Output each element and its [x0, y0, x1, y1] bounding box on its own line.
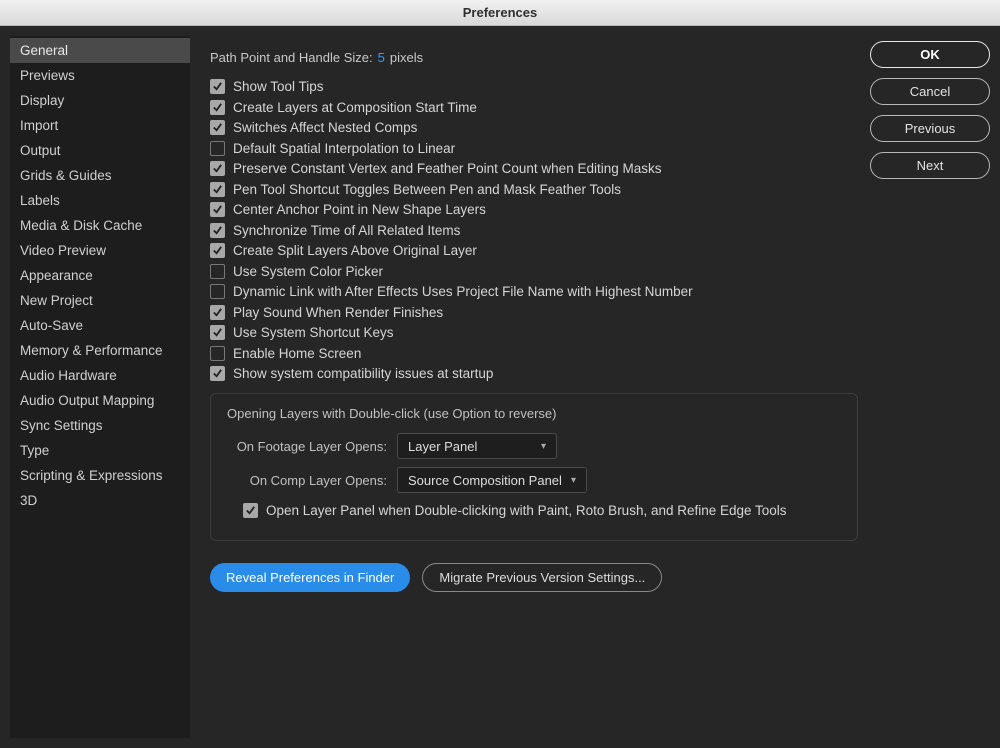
checkbox-row: Preserve Constant Vertex and Feather Poi… — [210, 161, 858, 176]
checkbox-row: Switches Affect Nested Comps — [210, 120, 858, 135]
checkbox[interactable] — [210, 284, 225, 299]
path-point-label: Path Point and Handle Size: — [210, 50, 373, 65]
sidebar-item-labels[interactable]: Labels — [10, 188, 190, 213]
checkbox-label: Synchronize Time of All Related Items — [233, 223, 460, 238]
sidebar-item-video-preview[interactable]: Video Preview — [10, 238, 190, 263]
path-point-value[interactable]: 5 — [378, 50, 385, 65]
checkbox-row: Use System Shortcut Keys — [210, 325, 858, 340]
checkbox-row: Synchronize Time of All Related Items — [210, 223, 858, 238]
checkbox-row: Use System Color Picker — [210, 264, 858, 279]
sidebar-item-general[interactable]: General — [10, 38, 190, 63]
checkbox[interactable] — [210, 366, 225, 381]
checkbox-label: Pen Tool Shortcut Toggles Between Pen an… — [233, 182, 621, 197]
checkbox-label: Play Sound When Render Finishes — [233, 305, 443, 320]
checkbox[interactable] — [210, 305, 225, 320]
sidebar-item-3d[interactable]: 3D — [10, 488, 190, 513]
comp-select[interactable]: Source Composition Panel ▾ — [397, 467, 587, 493]
sidebar-item-previews[interactable]: Previews — [10, 63, 190, 88]
dialog-buttons: OK Cancel Previous Next — [870, 36, 990, 738]
checkbox[interactable] — [210, 202, 225, 217]
checkbox-row: Create Layers at Composition Start Time — [210, 100, 858, 115]
checkbox-row: Pen Tool Shortcut Toggles Between Pen an… — [210, 182, 858, 197]
ok-button[interactable]: OK — [870, 41, 990, 68]
sidebar-item-new-project[interactable]: New Project — [10, 288, 190, 313]
bottom-buttons: Reveal Preferences in Finder Migrate Pre… — [210, 563, 858, 592]
footage-select[interactable]: Layer Panel ▾ — [397, 433, 557, 459]
checkbox-label: Show Tool Tips — [233, 79, 324, 94]
sidebar-item-grids-guides[interactable]: Grids & Guides — [10, 163, 190, 188]
checkbox-label: Dynamic Link with After Effects Uses Pro… — [233, 284, 693, 299]
checkbox-label: Preserve Constant Vertex and Feather Poi… — [233, 161, 661, 176]
window-titlebar: Preferences — [0, 0, 1000, 26]
window-title: Preferences — [463, 5, 537, 20]
sidebar-item-appearance[interactable]: Appearance — [10, 263, 190, 288]
preferences-main: Path Point and Handle Size: 5 pixels Sho… — [190, 36, 870, 738]
checkbox-row: Create Split Layers Above Original Layer — [210, 243, 858, 258]
checkbox-row: Dynamic Link with After Effects Uses Pro… — [210, 284, 858, 299]
preferences-sidebar: GeneralPreviewsDisplayImportOutputGrids … — [10, 36, 190, 738]
sidebar-item-memory-performance[interactable]: Memory & Performance — [10, 338, 190, 363]
open-layer-panel-checkbox[interactable] — [243, 503, 258, 518]
comp-label: On Comp Layer Opens: — [227, 473, 387, 488]
sidebar-item-scripting-expressions[interactable]: Scripting & Expressions — [10, 463, 190, 488]
open-layer-panel-row: Open Layer Panel when Double-clicking wi… — [243, 503, 841, 518]
checkbox-label: Use System Shortcut Keys — [233, 325, 394, 340]
checkbox-label: Center Anchor Point in New Shape Layers — [233, 202, 486, 217]
checkbox[interactable] — [210, 264, 225, 279]
checkbox[interactable] — [210, 79, 225, 94]
double-click-group: Opening Layers with Double-click (use Op… — [210, 393, 858, 541]
checkbox[interactable] — [210, 346, 225, 361]
sidebar-item-sync-settings[interactable]: Sync Settings — [10, 413, 190, 438]
path-point-unit: pixels — [390, 50, 423, 65]
sidebar-item-type[interactable]: Type — [10, 438, 190, 463]
checkbox-label: Create Split Layers Above Original Layer — [233, 243, 477, 258]
checkbox[interactable] — [210, 141, 225, 156]
checkbox-row: Default Spatial Interpolation to Linear — [210, 141, 858, 156]
double-click-legend: Opening Layers with Double-click (use Op… — [227, 406, 841, 421]
migrate-settings-button[interactable]: Migrate Previous Version Settings... — [422, 563, 662, 592]
checkbox-label: Show system compatibility issues at star… — [233, 366, 493, 381]
sidebar-item-audio-output-mapping[interactable]: Audio Output Mapping — [10, 388, 190, 413]
chevron-down-icon: ▾ — [541, 441, 546, 452]
body-area: GeneralPreviewsDisplayImportOutputGrids … — [0, 26, 1000, 748]
sidebar-item-auto-save[interactable]: Auto-Save — [10, 313, 190, 338]
checkbox[interactable] — [210, 161, 225, 176]
checkbox-row: Show system compatibility issues at star… — [210, 366, 858, 381]
checkbox[interactable] — [210, 182, 225, 197]
next-button[interactable]: Next — [870, 152, 990, 179]
footage-layer-row: On Footage Layer Opens: Layer Panel ▾ — [227, 433, 841, 459]
checkbox-row: Show Tool Tips — [210, 79, 858, 94]
checkbox-label: Use System Color Picker — [233, 264, 383, 279]
checkbox-row: Center Anchor Point in New Shape Layers — [210, 202, 858, 217]
comp-select-value: Source Composition Panel — [408, 473, 562, 488]
chevron-down-icon: ▾ — [571, 475, 576, 486]
sidebar-item-display[interactable]: Display — [10, 88, 190, 113]
reveal-preferences-button[interactable]: Reveal Preferences in Finder — [210, 563, 410, 592]
general-checkbox-list: Show Tool Tips Create Layers at Compositi… — [210, 79, 858, 381]
checkbox-label: Default Spatial Interpolation to Linear — [233, 141, 455, 156]
sidebar-item-audio-hardware[interactable]: Audio Hardware — [10, 363, 190, 388]
cancel-button[interactable]: Cancel — [870, 78, 990, 105]
comp-layer-row: On Comp Layer Opens: Source Composition … — [227, 467, 841, 493]
open-layer-panel-label: Open Layer Panel when Double-clicking wi… — [266, 503, 787, 518]
footage-select-value: Layer Panel — [408, 439, 477, 454]
path-point-row: Path Point and Handle Size: 5 pixels — [210, 50, 858, 65]
checkbox[interactable] — [210, 120, 225, 135]
checkbox-row: Play Sound When Render Finishes — [210, 305, 858, 320]
previous-button[interactable]: Previous — [870, 115, 990, 142]
sidebar-item-import[interactable]: Import — [10, 113, 190, 138]
sidebar-item-output[interactable]: Output — [10, 138, 190, 163]
footage-label: On Footage Layer Opens: — [227, 439, 387, 454]
checkbox[interactable] — [210, 100, 225, 115]
checkbox[interactable] — [210, 325, 225, 340]
sidebar-item-media-disk-cache[interactable]: Media & Disk Cache — [10, 213, 190, 238]
checkbox-row: Enable Home Screen — [210, 346, 858, 361]
checkbox-label: Switches Affect Nested Comps — [233, 120, 417, 135]
checkbox-label: Enable Home Screen — [233, 346, 361, 361]
checkbox-label: Create Layers at Composition Start Time — [233, 100, 477, 115]
checkbox[interactable] — [210, 243, 225, 258]
checkbox[interactable] — [210, 223, 225, 238]
